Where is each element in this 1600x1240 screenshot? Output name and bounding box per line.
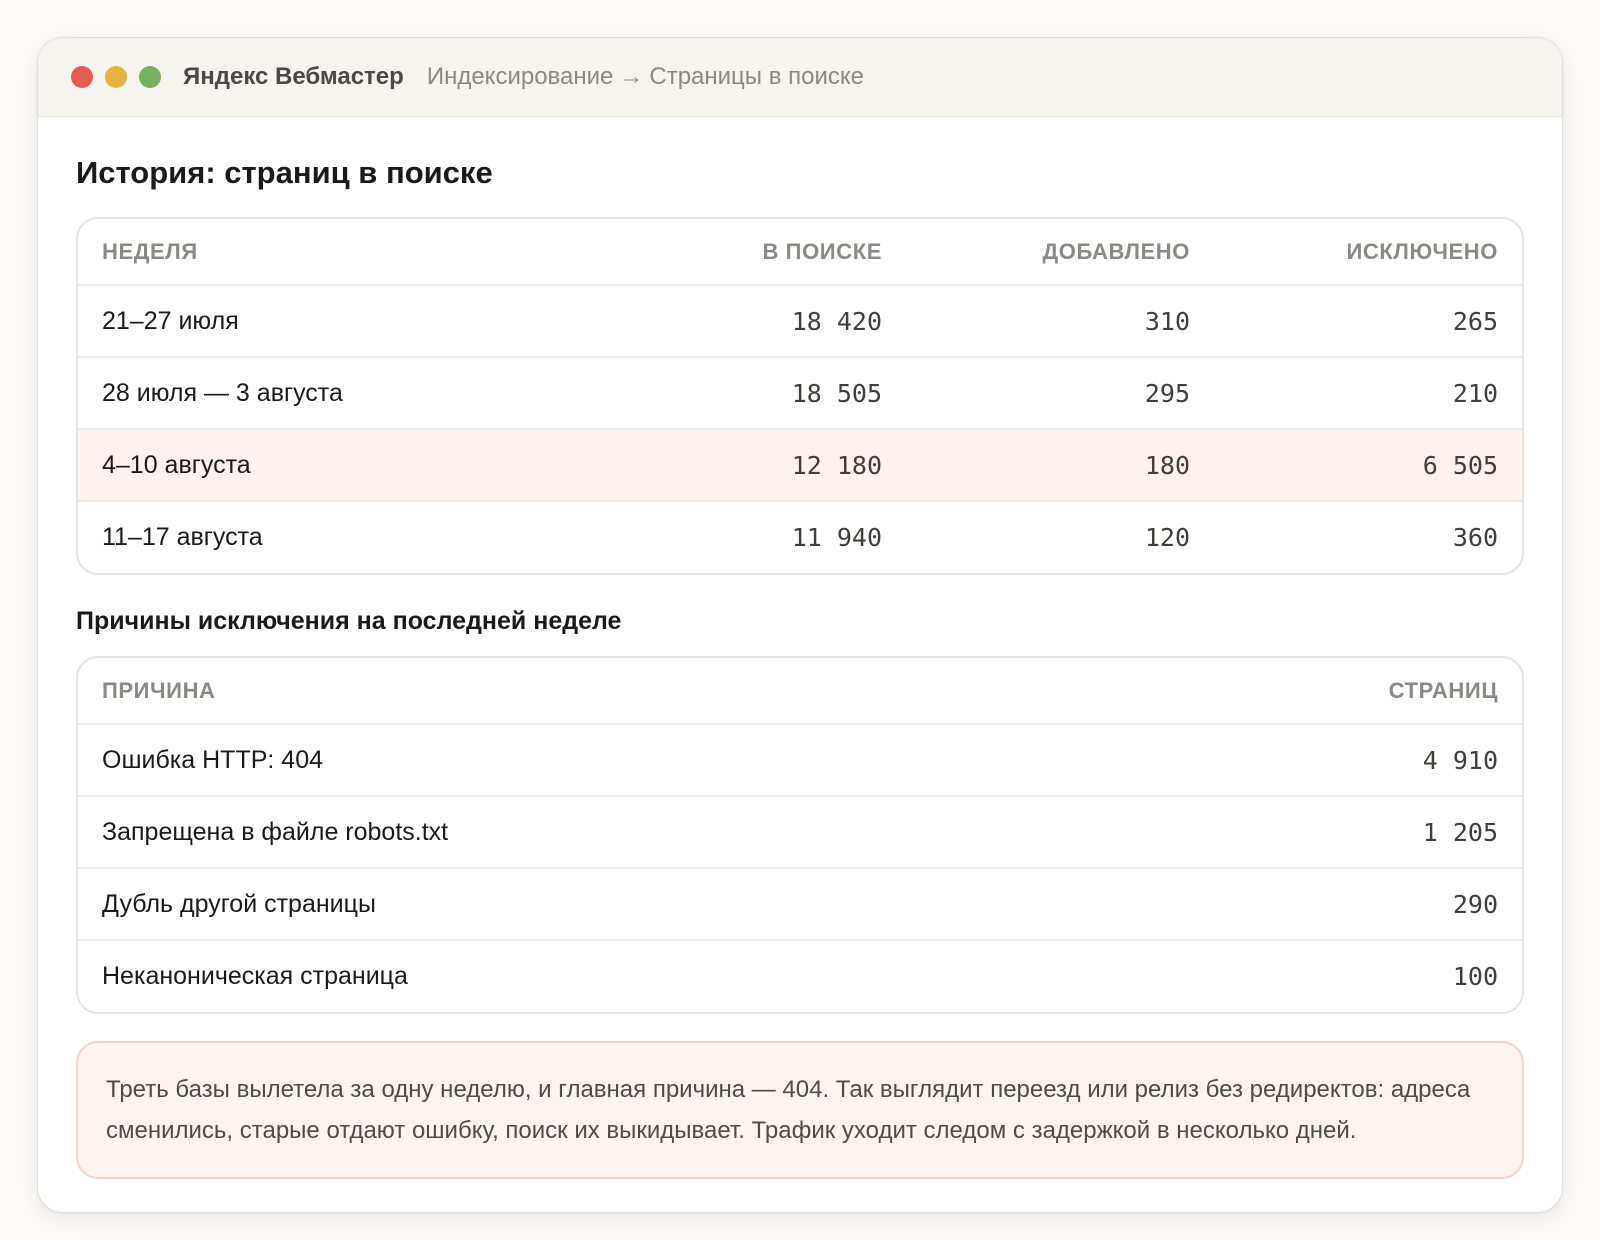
cell-week: 28 июля — 3 августа — [78, 357, 596, 430]
maximize-window-button[interactable] — [139, 66, 161, 88]
cell-in-search: 18 420 — [596, 285, 906, 358]
main-content: История: страниц в поиске Неделя В поиск… — [38, 155, 1562, 1179]
cell-pages: 1 205 — [1109, 796, 1522, 869]
insight-note: Треть базы вылетела за одну неделю, и гл… — [76, 1041, 1524, 1179]
table-row: 21–27 июля 18 420 310 265 — [78, 285, 1522, 358]
cell-added: 310 — [906, 285, 1214, 358]
column-header-excluded[interactable]: Исключено — [1214, 219, 1522, 286]
cell-reason: Запрещена в файле robots.txt — [78, 796, 1110, 869]
cell-reason: Дубль другой страницы — [78, 868, 1110, 941]
page-title: История: страниц в поиске — [76, 155, 493, 190]
cell-week: 21–27 июля — [78, 285, 596, 358]
history-table: Неделя В поиске Добавлено Исключено 21–2… — [78, 219, 1522, 573]
cell-excluded: 265 — [1214, 285, 1522, 358]
cell-reason: Неканоническая страница — [102, 962, 408, 990]
cell-pages: 290 — [1109, 868, 1522, 941]
cell-week: 11–17 августа — [102, 523, 263, 551]
cell-excluded: 210 — [1214, 357, 1522, 430]
table-row: Неканоническая страница 100 — [78, 940, 1522, 1012]
cell-reason: Ошибка HTTP: 404 — [78, 724, 1110, 797]
column-header-pages[interactable]: Страниц — [1109, 658, 1522, 725]
cell-added: 120 — [1144, 523, 1190, 552]
cell-week: 4–10 августа — [78, 429, 596, 502]
reasons-table: Причина Страниц Ошибка HTTP: 404 4 910 З… — [78, 658, 1522, 1012]
cell-in-search: 11 940 — [791, 523, 882, 552]
reasons-table-header: Причина Страниц — [78, 658, 1522, 725]
table-row: Ошибка HTTP: 404 4 910 — [78, 724, 1522, 797]
close-window-button[interactable] — [71, 66, 93, 88]
cell-added: 180 — [906, 429, 1214, 502]
breadcrumb-page: Страницы в поиске — [649, 63, 865, 90]
minimize-window-button[interactable] — [105, 66, 127, 88]
column-header-added[interactable]: Добавлено — [906, 219, 1214, 286]
breadcrumb-arrow-icon: → — [619, 63, 644, 90]
cell-pages: 100 — [1452, 962, 1498, 991]
insight-note-text: Треть базы вылетела за одну неделю, и гл… — [106, 1076, 1471, 1144]
cell-excluded: 360 — [1452, 523, 1498, 552]
app-name: Яндекс Вебмастер — [183, 63, 404, 90]
breadcrumb: Индексирование → Страницы в поиске — [427, 63, 864, 91]
reasons-table-card: Причина Страниц Ошибка HTTP: 404 4 910 З… — [76, 656, 1524, 1014]
title-bar: Яндекс Вебмастер Индексирование → Страни… — [38, 38, 1562, 117]
section-title-reasons: Причины исключения на последней неделе — [76, 607, 622, 635]
cell-in-search: 18 505 — [596, 357, 906, 430]
cell-excluded: 6 505 — [1214, 429, 1522, 502]
table-row: Дубль другой страницы 290 — [78, 868, 1522, 941]
history-table-header: Неделя В поиске Добавлено Исключено — [78, 219, 1522, 286]
cell-in-search: 12 180 — [596, 429, 906, 502]
cell-pages: 4 910 — [1109, 724, 1522, 797]
column-header-in-search[interactable]: В поиске — [596, 219, 906, 286]
table-row: Запрещена в файле robots.txt 1 205 — [78, 796, 1522, 869]
app-window: Яндекс Вебмастер Индексирование → Страни… — [37, 37, 1563, 1213]
cell-added: 295 — [906, 357, 1214, 430]
table-row: 4–10 августа 12 180 180 6 505 — [78, 429, 1522, 502]
history-table-card: Неделя В поиске Добавлено Исключено 21–2… — [76, 217, 1524, 575]
column-header-reason[interactable]: Причина — [78, 658, 1110, 725]
table-row: 11–17 августа 11 940 120 360 — [78, 501, 1522, 573]
breadcrumb-section[interactable]: Индексирование — [427, 63, 614, 91]
table-row: 28 июля — 3 августа 18 505 295 210 — [78, 357, 1522, 430]
column-header-week[interactable]: Неделя — [78, 219, 596, 286]
